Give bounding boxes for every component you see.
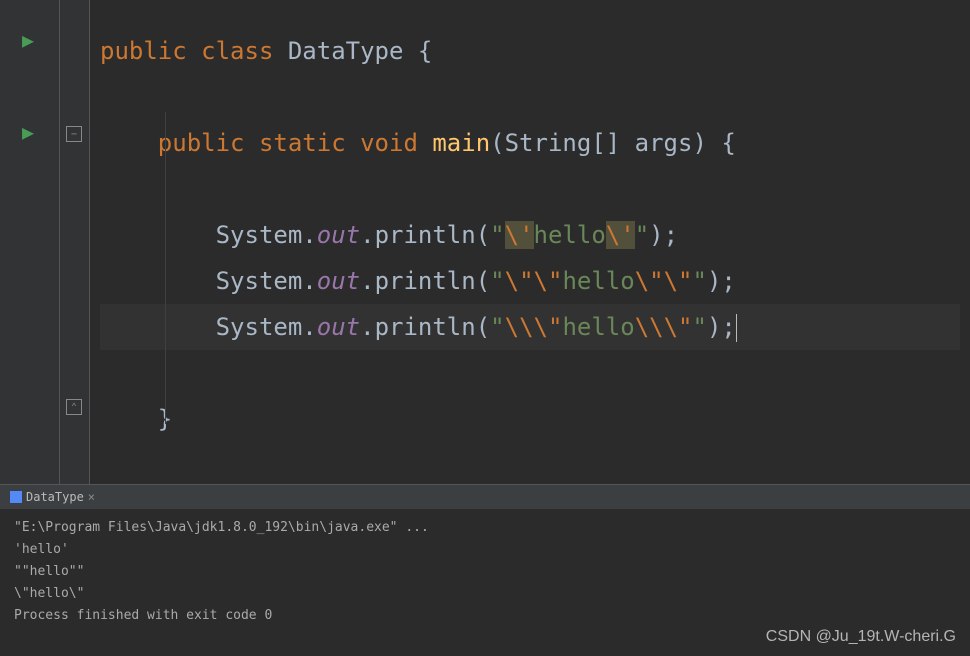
console-line: "E:\Program Files\Java\jdk1.8.0_192\bin\… xyxy=(14,517,956,539)
method-name: main xyxy=(432,129,490,157)
code-line-active[interactable]: System.out.println("\\\"hello\\\""); xyxy=(100,304,960,350)
code-line[interactable]: } xyxy=(100,396,960,442)
escape-seq: \" xyxy=(664,267,693,295)
code-line[interactable] xyxy=(100,166,960,212)
caret xyxy=(736,314,737,342)
code-line[interactable] xyxy=(100,350,960,396)
code-line[interactable] xyxy=(100,74,960,120)
run-class-icon[interactable]: ▶ xyxy=(22,28,34,52)
console-tab-bar: DataType × xyxy=(0,485,970,509)
code-line[interactable]: public static void main(String[] args) { xyxy=(100,120,960,166)
editor-area: ▶ ▶ − ⌃ public class DataType { public s… xyxy=(0,0,970,484)
console-tab[interactable]: DataType × xyxy=(4,488,101,506)
escape-seq: \" xyxy=(664,313,693,341)
static-field: out xyxy=(317,313,360,341)
tab-label: DataType xyxy=(26,490,84,504)
static-field: out xyxy=(317,267,360,295)
keyword: class xyxy=(201,37,273,65)
console-line: \"hello\" xyxy=(14,583,956,605)
code-area[interactable]: public class DataType { public static vo… xyxy=(90,0,970,484)
class-name: DataType xyxy=(288,37,404,65)
code-line[interactable]: public class DataType { xyxy=(100,28,960,74)
escape-seq: \\ xyxy=(635,313,664,341)
keyword: public xyxy=(100,37,187,65)
fold-end-icon[interactable]: ⌃ xyxy=(66,399,82,415)
console-line: ""hello"" xyxy=(14,561,956,583)
escape-seq: \" xyxy=(635,267,664,295)
watermark: CSDN @Ju_19t.W-cheri.G xyxy=(766,628,956,646)
keyword: void xyxy=(360,129,418,157)
code-line[interactable]: System.out.println("\"\"hello\"\""); xyxy=(100,258,960,304)
fold-collapse-icon[interactable]: − xyxy=(66,126,82,142)
keyword: static xyxy=(259,129,346,157)
java-icon xyxy=(10,491,22,503)
run-main-icon[interactable]: ▶ xyxy=(22,120,34,144)
escape-seq: \" xyxy=(534,267,563,295)
escape-seq: \' xyxy=(606,221,635,249)
console-line: Process finished with exit code 0 xyxy=(14,605,956,627)
indent-guide xyxy=(165,112,166,424)
static-field: out xyxy=(317,221,360,249)
close-icon[interactable]: × xyxy=(88,490,95,504)
escape-seq: \" xyxy=(505,267,534,295)
escape-seq: \\ xyxy=(505,313,534,341)
code-line[interactable]: System.out.println("\'hello\'"); xyxy=(100,212,960,258)
escape-seq: \" xyxy=(534,313,563,341)
console-output[interactable]: "E:\Program Files\Java\jdk1.8.0_192\bin\… xyxy=(0,509,970,635)
escape-seq: \' xyxy=(505,221,534,249)
fold-gutter: − ⌃ xyxy=(60,0,90,484)
console-line: 'hello' xyxy=(14,539,956,561)
keyword: public xyxy=(158,129,245,157)
gutter: ▶ ▶ xyxy=(0,0,60,484)
